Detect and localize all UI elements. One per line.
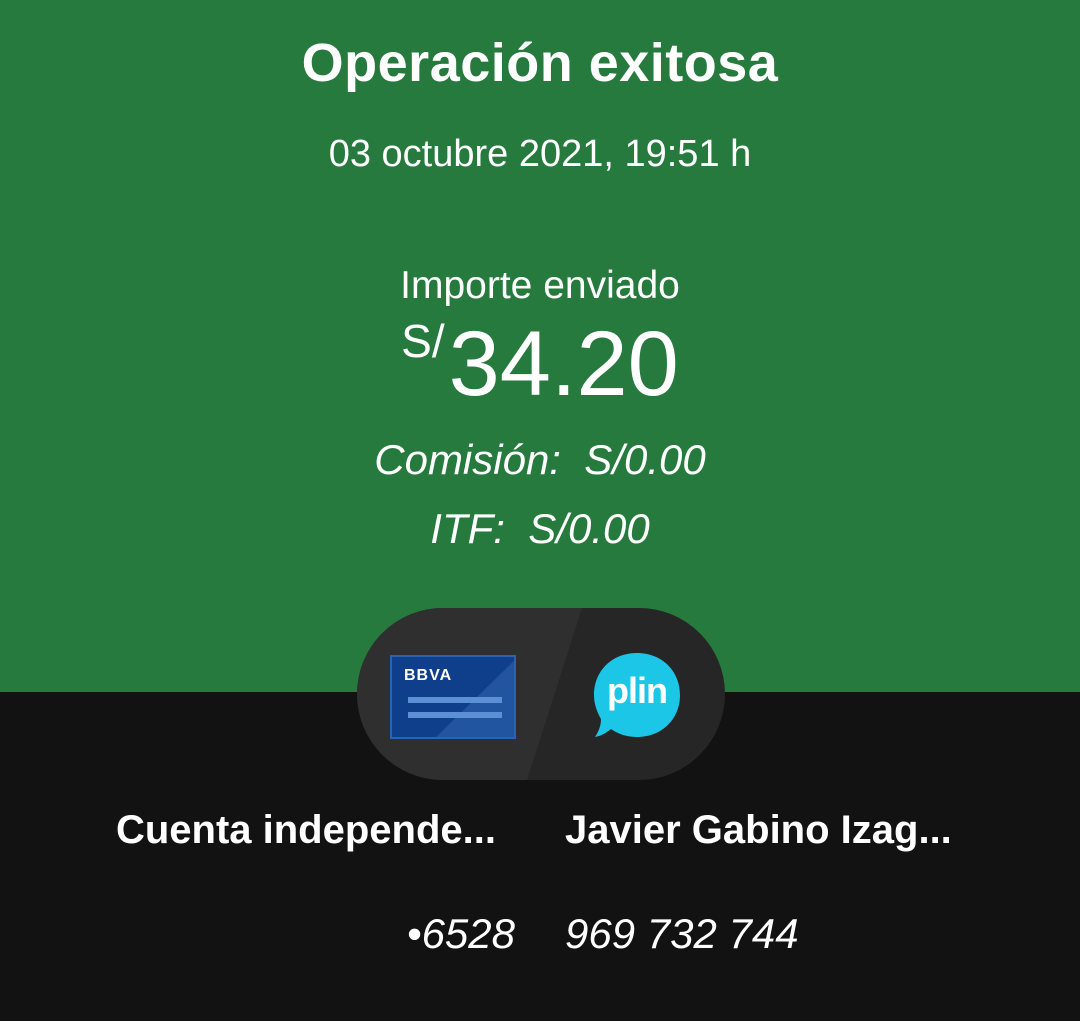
destination-name: Javier Gabino Izag... <box>565 808 952 852</box>
destination-phone: 969 732 744 <box>565 910 799 957</box>
operation-datetime: 03 octubre 2021, 19:51 h <box>328 133 752 175</box>
amount-display: S/34.20 <box>0 318 1080 410</box>
commission-text: Comisión: S/0.00 <box>374 436 706 483</box>
bbva-card-icon: BBVA <box>390 655 516 739</box>
bbva-logo: BBVA <box>404 667 453 684</box>
card-stripe <box>408 712 502 718</box>
transfer-route-pill: BBVA plin <box>357 608 725 780</box>
page-title: Operación exitosa <box>301 33 779 93</box>
amount-value: 34.20 <box>448 313 679 415</box>
amount-label: Importe enviado <box>400 264 680 307</box>
origin-account-number: •6528 <box>406 910 515 957</box>
card-stripe <box>408 697 502 703</box>
origin-account-name: Cuenta independe... <box>115 808 496 852</box>
plin-logo-text: plin <box>607 670 668 711</box>
success-header: Operación exitosa 03 octubre 2021, 19:51… <box>0 0 1080 692</box>
amount-currency: S/ <box>401 315 445 367</box>
itf-text: ITF: S/0.00 <box>430 505 650 552</box>
